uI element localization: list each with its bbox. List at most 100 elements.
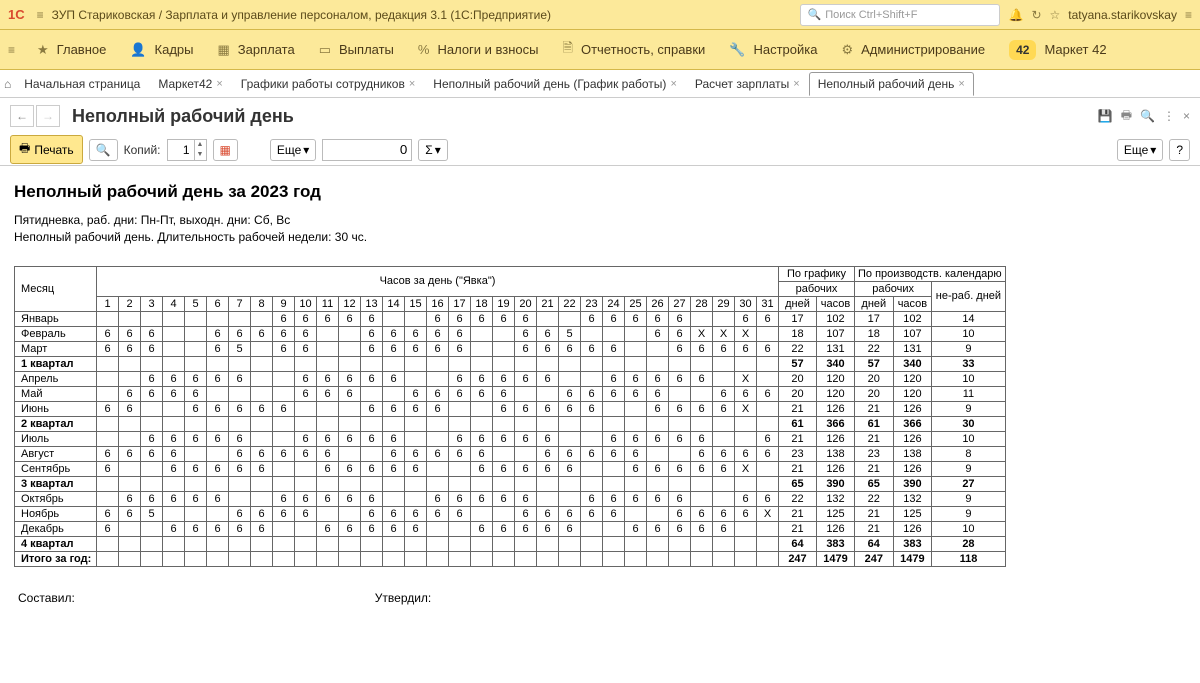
close-icon[interactable]: × <box>409 78 415 90</box>
menu-main[interactable]: ★Главное <box>27 38 116 62</box>
close-icon[interactable]: × <box>216 78 222 90</box>
day-cell <box>471 476 493 491</box>
day-cell: 6 <box>383 326 405 341</box>
close-icon[interactable]: × <box>793 78 799 90</box>
tab-nepolnyy-grafik[interactable]: Неполный рабочий день (График работы)× <box>424 72 686 96</box>
nav-back-button[interactable]: ← <box>10 105 34 127</box>
day-cell: 6 <box>647 491 669 506</box>
day-cell <box>273 386 295 401</box>
menu-market42[interactable]: 42Маркет 42 <box>999 36 1116 64</box>
close-icon[interactable]: × <box>958 78 964 90</box>
prod-hours: 340 <box>893 356 932 371</box>
search-input[interactable]: 🔍 Поиск Ctrl+Shift+F <box>800 4 1000 26</box>
day-cell: 6 <box>471 311 493 326</box>
day-cell: 6 <box>141 341 163 356</box>
day-cell: 6 <box>185 491 207 506</box>
tab-nepolnyy-den[interactable]: Неполный рабочий день× <box>809 72 974 96</box>
day-cell: 6 <box>449 446 471 461</box>
menu-otchet[interactable]: 🗎Отчетность, справки <box>553 35 716 65</box>
sections-icon[interactable]: ≡ <box>8 43 15 57</box>
table-row: Апрель66666666666666666666X20 120 20 120… <box>15 371 1006 386</box>
home-icon[interactable]: ⌂ <box>4 77 11 91</box>
prod-hours: 107 <box>893 326 932 341</box>
col-work-prod: рабочих <box>855 281 932 296</box>
day-cell <box>141 536 163 551</box>
copies-input[interactable]: 1 ▲▼ <box>167 139 207 161</box>
day-cell <box>449 416 471 431</box>
day-cell: 6 <box>383 446 405 461</box>
spin-up[interactable]: ▲ <box>194 140 206 150</box>
day-cell: 6 <box>405 506 427 521</box>
preview-button[interactable]: 🔍 <box>89 139 118 161</box>
menu-nalogi[interactable]: %Налоги и взносы <box>408 38 549 61</box>
tab-raschet[interactable]: Расчет зарплаты× <box>686 72 809 96</box>
settings-button[interactable]: ▦ <box>213 139 238 161</box>
username[interactable]: tatyana.starikovskay <box>1068 8 1177 22</box>
day-cell: 6 <box>141 491 163 506</box>
prod-hours: 390 <box>893 476 932 491</box>
prod-hours: 126 <box>893 461 932 476</box>
help-button[interactable]: ? <box>1169 139 1190 161</box>
day-cell: 6 <box>581 341 603 356</box>
sigma-button[interactable]: Σ ▾ <box>418 139 447 161</box>
chevron-down-icon: ▾ <box>435 143 441 157</box>
day-cell <box>251 416 273 431</box>
day-cell <box>163 506 185 521</box>
month-cell: Апрель <box>15 371 97 386</box>
day-cell <box>471 401 493 416</box>
star-icon[interactable]: ☆ <box>1050 8 1061 22</box>
day-cell <box>647 446 669 461</box>
day-header: 19 <box>493 296 515 311</box>
zoom-icon: 🔍 <box>96 143 111 157</box>
close-icon[interactable]: × <box>670 78 676 90</box>
menu-zarplata[interactable]: ▦Зарплата <box>208 38 305 62</box>
day-cell <box>383 491 405 506</box>
search-doc-icon[interactable]: 🔍 <box>1140 109 1155 123</box>
menu-icon[interactable]: ≡ <box>37 8 44 22</box>
spin-down[interactable]: ▼ <box>194 150 206 160</box>
day-cell <box>207 416 229 431</box>
history-icon[interactable]: ↻ <box>1031 8 1041 22</box>
day-cell: 6 <box>427 341 449 356</box>
day-cell <box>713 371 735 386</box>
more-right-button[interactable]: Еще ▾ <box>1117 139 1163 161</box>
more-icon[interactable]: ≡ <box>1185 8 1192 22</box>
save-icon[interactable]: 💾 <box>1098 109 1113 123</box>
day-cell <box>427 356 449 371</box>
day-cell <box>581 356 603 371</box>
more-button[interactable]: Еще ▾ <box>270 139 316 161</box>
tab-home[interactable]: Начальная страница <box>15 72 149 96</box>
day-cell <box>163 401 185 416</box>
day-cell <box>251 491 273 506</box>
day-cell: 6 <box>515 506 537 521</box>
tab-grafiki[interactable]: Графики работы сотрудников× <box>232 72 425 96</box>
kebab-icon[interactable]: ⋮ <box>1163 109 1175 123</box>
bell-icon[interactable]: 🔔 <box>1008 8 1023 22</box>
number-input[interactable] <box>322 139 412 161</box>
print-icon[interactable]: 🖶 <box>1121 106 1132 127</box>
tab-market42[interactable]: Маркет42× <box>149 72 231 96</box>
menu-vyplaty[interactable]: ▭Выплаты <box>309 38 404 62</box>
col-days: дней <box>855 296 894 311</box>
chevron-down-icon: ▾ <box>1150 143 1156 157</box>
close-page-icon[interactable]: × <box>1183 109 1190 123</box>
day-cell <box>163 536 185 551</box>
day-cell: 6 <box>669 521 691 536</box>
day-cell <box>119 521 141 536</box>
day-cell <box>295 416 317 431</box>
menu-kadry[interactable]: 👤Кадры <box>120 38 203 62</box>
menu-nastroyka[interactable]: 🔧Настройка <box>719 38 827 62</box>
day-cell: 6 <box>185 401 207 416</box>
day-cell <box>691 386 713 401</box>
day-cell <box>493 326 515 341</box>
prod-days: 20 <box>855 386 894 401</box>
print-button[interactable]: 🖶Печать <box>10 135 83 164</box>
day-cell <box>735 476 757 491</box>
day-cell <box>581 536 603 551</box>
menu-admin[interactable]: ⚙Администрирование <box>831 38 995 62</box>
nav-forward-button[interactable]: → <box>36 105 60 127</box>
report-title: Неполный рабочий день за 2023 год <box>14 182 1186 202</box>
day-cell <box>383 311 405 326</box>
day-cell <box>735 356 757 371</box>
day-cell: 6 <box>515 461 537 476</box>
